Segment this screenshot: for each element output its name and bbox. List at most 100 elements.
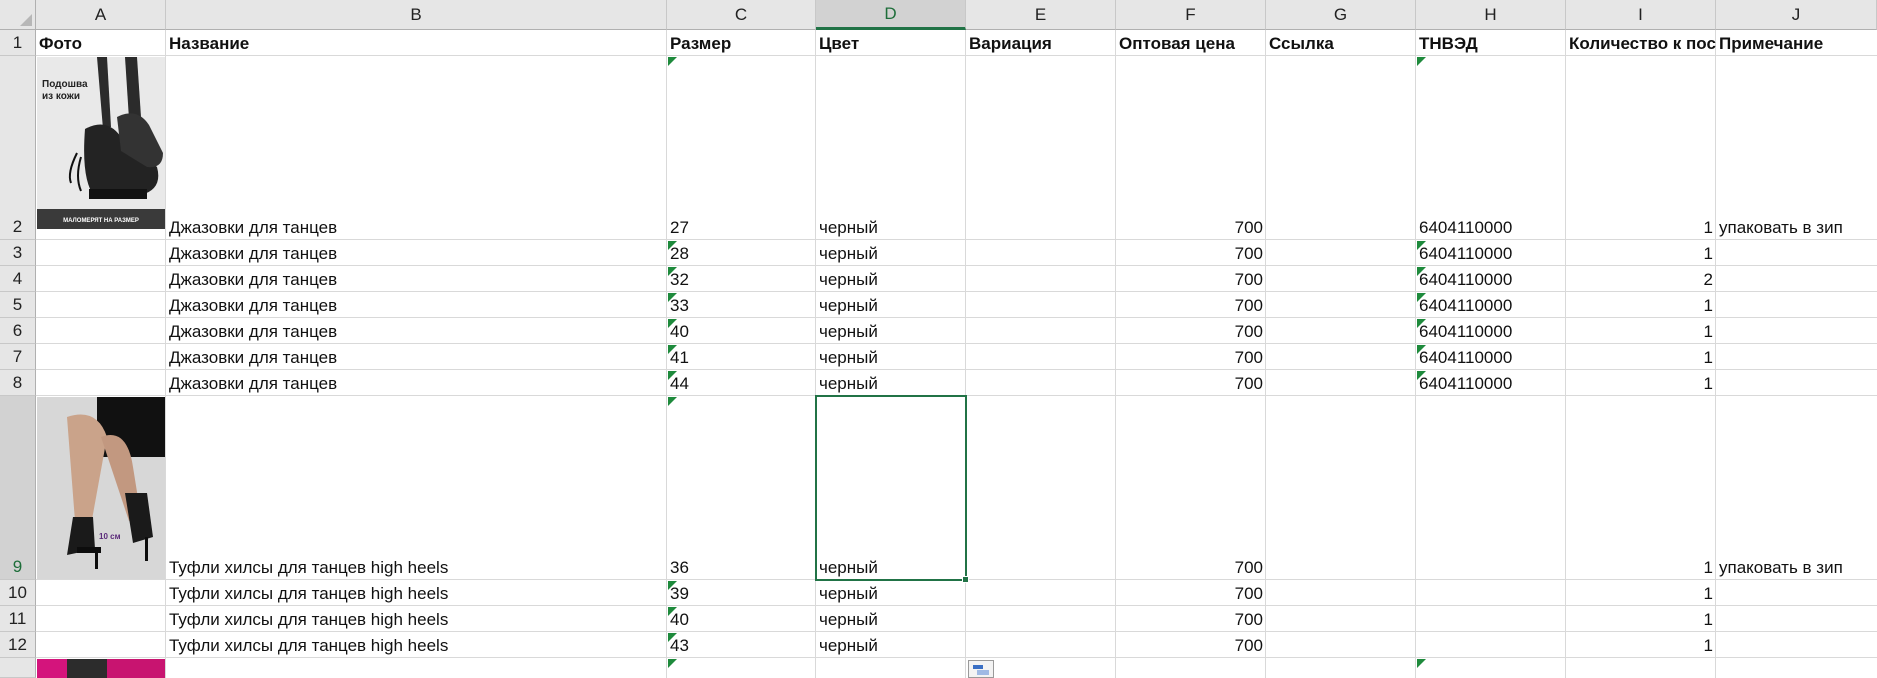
name-cell[interactable]: Туфли хилсы для танцев high heels <box>166 606 667 632</box>
color-cell[interactable]: черный <box>816 344 966 370</box>
column-header-f[interactable]: F <box>1116 0 1266 30</box>
price-cell[interactable]: 700 <box>1116 580 1266 606</box>
size-cell[interactable]: 41 <box>667 344 816 370</box>
variation-cell[interactable] <box>966 318 1116 344</box>
size-cell[interactable]: 44 <box>667 370 816 396</box>
variation-cell[interactable] <box>966 240 1116 266</box>
paste-options-icon[interactable] <box>968 660 994 678</box>
price-cell[interactable]: 700 <box>1116 56 1266 240</box>
variation-cell[interactable] <box>966 580 1116 606</box>
color-cell[interactable]: черный <box>816 632 966 658</box>
column-header-d[interactable]: D <box>816 0 966 30</box>
size-cell[interactable]: 27 <box>667 56 816 240</box>
size-cell[interactable]: 40 <box>667 318 816 344</box>
tnved-cell[interactable] <box>1416 396 1566 580</box>
column-header-g[interactable]: G <box>1266 0 1416 30</box>
row-header[interactable]: 10 <box>0 580 36 606</box>
tnved-cell[interactable]: 6404110000 <box>1416 240 1566 266</box>
quantity-cell[interactable]: 1 <box>1566 632 1716 658</box>
note-cell[interactable] <box>1716 292 1877 318</box>
size-cell[interactable]: 43 <box>667 632 816 658</box>
color-cell[interactable]: черный <box>816 580 966 606</box>
name-cell[interactable]: Джазовки для танцев <box>166 370 667 396</box>
header-cell-j[interactable]: Примечание <box>1716 30 1877 56</box>
size-cell[interactable]: 40 <box>667 606 816 632</box>
size-cell[interactable]: 32 <box>667 266 816 292</box>
color-cell[interactable]: черный <box>816 370 966 396</box>
column-header-h[interactable]: H <box>1416 0 1566 30</box>
name-cell[interactable]: Джазовки для танцев <box>166 292 667 318</box>
photo-cell[interactable] <box>36 632 166 658</box>
note-cell[interactable] <box>1716 580 1877 606</box>
price-cell[interactable]: 700 <box>1116 292 1266 318</box>
link-cell[interactable] <box>1266 606 1416 632</box>
header-cell-b[interactable]: Название <box>166 30 667 56</box>
row-header[interactable]: 3 <box>0 240 36 266</box>
variation-cell[interactable] <box>966 266 1116 292</box>
column-header-j[interactable]: J <box>1716 0 1877 30</box>
name-cell[interactable]: Туфли хилсы для танцев high heels <box>166 396 667 580</box>
header-cell-h[interactable]: ТНВЭД <box>1416 30 1566 56</box>
color-cell[interactable]: черный <box>816 606 966 632</box>
variation-cell[interactable] <box>966 344 1116 370</box>
row-header[interactable]: 7 <box>0 344 36 370</box>
name-cell[interactable]: Джазовки для танцев <box>166 318 667 344</box>
quantity-cell[interactable]: 1 <box>1566 580 1716 606</box>
quantity-cell[interactable]: 1 <box>1566 56 1716 240</box>
variation-cell[interactable] <box>966 292 1116 318</box>
link-cell[interactable] <box>1266 370 1416 396</box>
note-cell[interactable] <box>1716 240 1877 266</box>
row-header[interactable]: 6 <box>0 318 36 344</box>
row-header[interactable]: 12 <box>0 632 36 658</box>
note-cell[interactable] <box>1716 266 1877 292</box>
photo-cell[interactable] <box>36 606 166 632</box>
header-cell-f[interactable]: Оптовая цена <box>1116 30 1266 56</box>
name-cell[interactable]: Туфли хилсы для танцев high heels <box>166 580 667 606</box>
note-cell[interactable] <box>1716 606 1877 632</box>
note-cell[interactable] <box>1716 318 1877 344</box>
header-cell-d[interactable]: Цвет <box>816 30 966 56</box>
quantity-cell[interactable]: 1 <box>1566 292 1716 318</box>
photo-cell[interactable] <box>36 344 166 370</box>
quantity-cell[interactable]: 2 <box>1566 266 1716 292</box>
photo-cell[interactable] <box>36 318 166 344</box>
column-header-a[interactable]: A <box>36 0 166 30</box>
photo-cell[interactable] <box>36 240 166 266</box>
link-cell[interactable] <box>1266 266 1416 292</box>
note-cell[interactable] <box>1716 370 1877 396</box>
color-cell[interactable]: черный <box>816 292 966 318</box>
price-cell[interactable]: 700 <box>1116 266 1266 292</box>
size-cell[interactable]: 33 <box>667 292 816 318</box>
tnved-cell[interactable]: 6404110000 <box>1416 292 1566 318</box>
color-cell[interactable]: черный <box>816 240 966 266</box>
tnved-cell[interactable] <box>1416 632 1566 658</box>
tnved-cell[interactable]: 6404110000 <box>1416 370 1566 396</box>
size-cell[interactable]: 36 <box>667 396 816 580</box>
photo-cell[interactable] <box>36 370 166 396</box>
tnved-cell[interactable]: 6404110000 <box>1416 344 1566 370</box>
size-cell[interactable]: 39 <box>667 580 816 606</box>
price-cell[interactable]: 700 <box>1116 318 1266 344</box>
link-cell[interactable] <box>1266 318 1416 344</box>
variation-cell[interactable] <box>966 632 1116 658</box>
tnved-cell[interactable]: 6404110000 <box>1416 266 1566 292</box>
link-cell[interactable] <box>1266 292 1416 318</box>
row-header[interactable]: 2 <box>0 56 36 240</box>
quantity-cell[interactable]: 1 <box>1566 318 1716 344</box>
price-cell[interactable]: 700 <box>1116 606 1266 632</box>
price-cell[interactable]: 700 <box>1116 344 1266 370</box>
row-header[interactable] <box>0 658 36 678</box>
color-cell[interactable]: черный <box>816 56 966 240</box>
variation-cell[interactable] <box>966 370 1116 396</box>
selected-cell[interactable] <box>815 395 969 583</box>
name-cell[interactable]: Джазовки для танцев <box>166 344 667 370</box>
row-header[interactable]: 8 <box>0 370 36 396</box>
row-header[interactable]: 11 <box>0 606 36 632</box>
link-cell[interactable] <box>1266 580 1416 606</box>
note-cell[interactable] <box>1716 632 1877 658</box>
price-cell[interactable]: 700 <box>1116 240 1266 266</box>
column-header-c[interactable]: C <box>667 0 816 30</box>
link-cell[interactable] <box>1266 396 1416 580</box>
product-photo-jazz-shoes[interactable]: Подошва из кожи МАЛОМЕРЯТ НА РАЗМЕР <box>37 57 165 229</box>
color-cell[interactable]: черный <box>816 266 966 292</box>
